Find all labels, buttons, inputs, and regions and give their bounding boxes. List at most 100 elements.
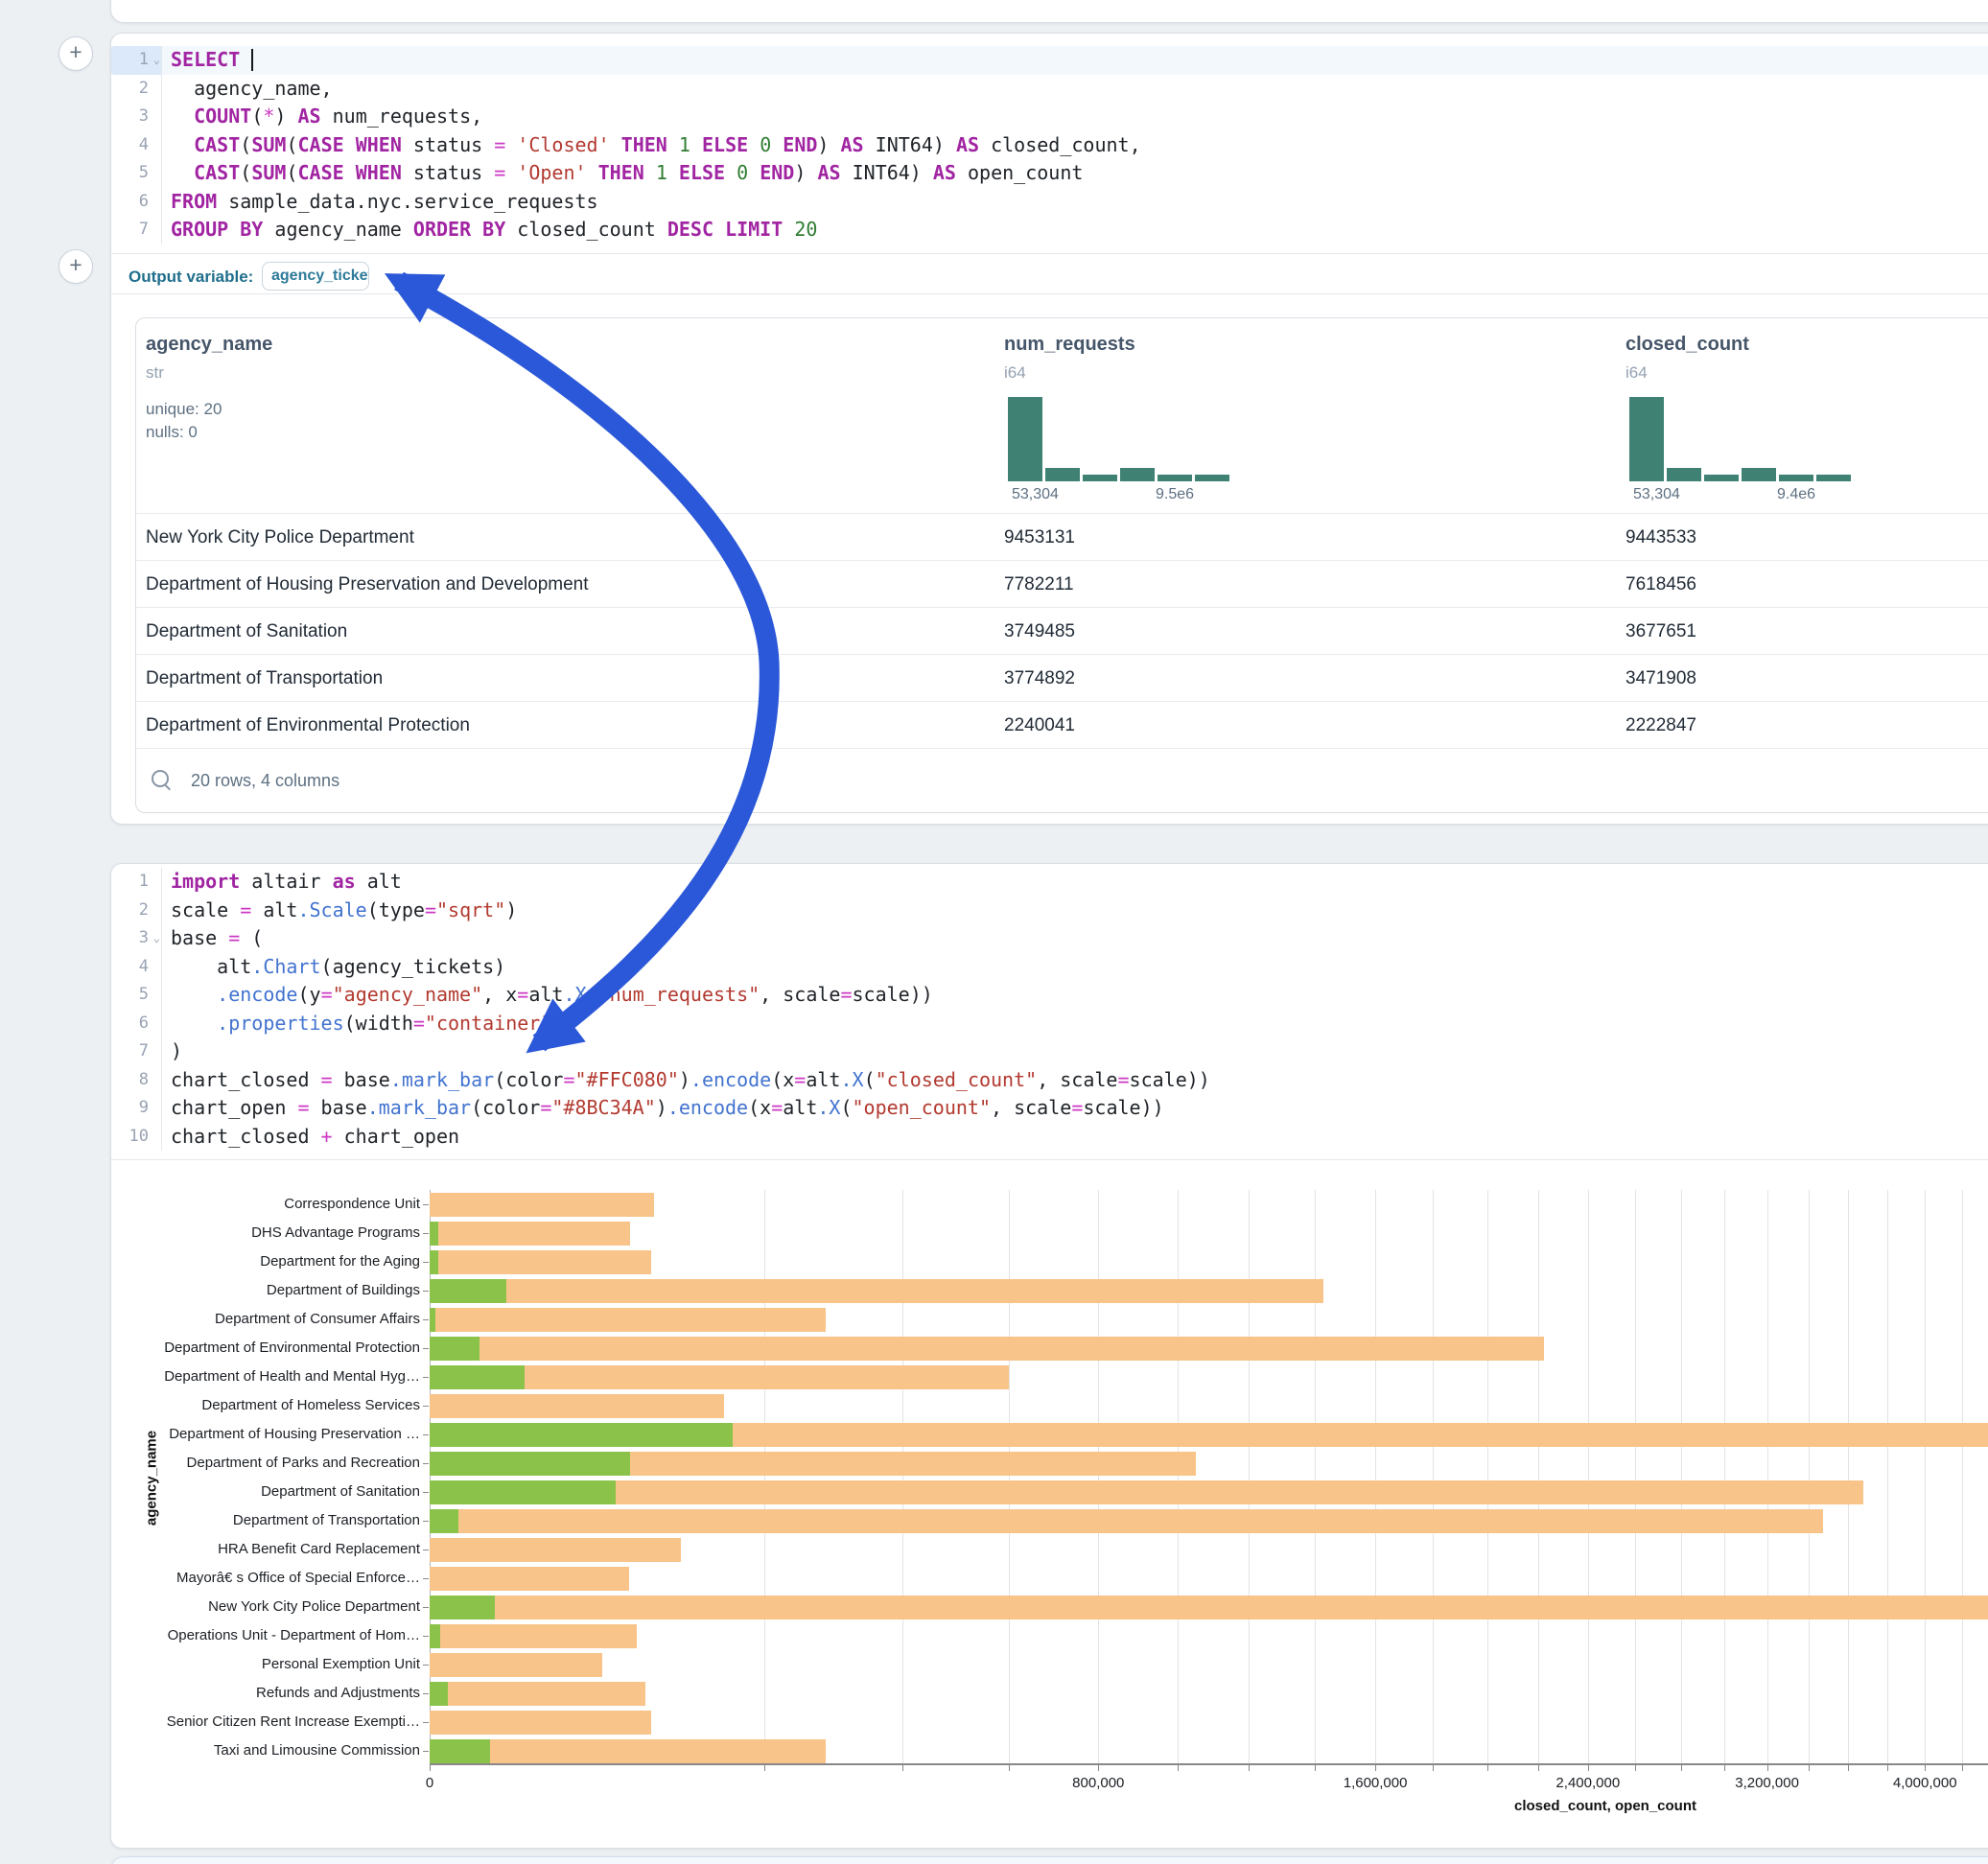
code-line[interactable]: 10chart_closed + chart_open <box>111 1123 1988 1152</box>
x-axis-tick <box>1887 1765 1888 1771</box>
x-axis-tick <box>1249 1765 1250 1771</box>
table-row: Department of Housing Preservation and D… <box>136 560 1988 608</box>
y-axis-label: Department of Buildings <box>111 1276 420 1305</box>
line-number: 5 <box>111 981 162 1010</box>
x-axis-tick <box>764 1765 765 1771</box>
code-line[interactable]: 6FROM sample_data.nyc.service_requests <box>111 188 1988 217</box>
histogram-bar <box>1742 468 1776 481</box>
line-number: 9 <box>111 1094 162 1123</box>
code-line[interactable]: 5 CAST(SUM(CASE WHEN status = 'Open' THE… <box>111 159 1988 188</box>
histogram-bar <box>1158 475 1192 481</box>
x-axis-tick <box>1487 1765 1488 1771</box>
gridline <box>1375 1190 1376 1763</box>
column-histogram <box>1629 397 1851 481</box>
y-axis-label: Department of Transportation <box>111 1506 420 1535</box>
code-line[interactable]: 3 COUNT(*) AS num_requests, <box>111 103 1988 131</box>
code-text: COUNT(*) AS num_requests, <box>162 103 1988 131</box>
y-axis-label: New York City Police Department <box>111 1593 420 1621</box>
bar-open-count <box>430 1222 438 1246</box>
text-cursor <box>251 49 253 71</box>
y-axis-label: Mayorâ€ s Office of Special Enforce… <box>111 1564 420 1593</box>
add-cell-button-top[interactable]: + <box>58 36 93 71</box>
code-text: agency_name, <box>162 75 1988 104</box>
code-text: alt.Chart(agency_tickets) <box>162 953 1988 982</box>
y-axis-label: Department of Housing Preservation … <box>111 1420 420 1449</box>
x-axis-tick <box>1538 1765 1539 1771</box>
collapse-chevron-icon[interactable]: ⌄ <box>153 46 160 75</box>
bar-closed-count <box>430 1337 1544 1361</box>
y-axis-tick <box>423 1291 429 1292</box>
code-line[interactable]: 8chart_closed = base.mark_bar(color="#FF… <box>111 1066 1988 1095</box>
code-text: SELECT <box>162 46 1988 75</box>
code-line[interactable]: 9chart_open = base.mark_bar(color="#8BC3… <box>111 1094 1988 1123</box>
y-axis-label: Department of Parks and Recreation <box>111 1449 420 1478</box>
collapse-chevron-icon[interactable]: ⌄ <box>153 924 160 953</box>
code-line[interactable]: 7) <box>111 1037 1988 1066</box>
code-line[interactable]: 7GROUP BY agency_name ORDER BY closed_co… <box>111 216 1988 245</box>
x-axis-tick <box>1681 1765 1682 1771</box>
code-text: .encode(y="agency_name", x=alt.X("num_re… <box>162 981 1988 1010</box>
line-number: 10 <box>111 1123 162 1152</box>
table-cell: 7782211 <box>1004 561 1074 608</box>
bar-open-count <box>430 1596 495 1619</box>
code-line[interactable]: 4 alt.Chart(agency_tickets) <box>111 953 1988 982</box>
code-text: scale = alt.Scale(type="sqrt") <box>162 897 1988 925</box>
code-line[interactable]: 2 agency_name, <box>111 75 1988 104</box>
sql-code-editor[interactable]: 1⌄SELECT 2 agency_name,3 COUNT(*) AS num… <box>111 46 1988 245</box>
table-row: New York City Police Department945313194… <box>136 513 1988 561</box>
y-axis-tick <box>423 1204 429 1205</box>
bar-open-count <box>430 1682 448 1706</box>
bar-closed-count <box>430 1653 602 1677</box>
code-line[interactable]: 3⌄base = ( <box>111 924 1988 953</box>
code-line[interactable]: 1import altair as alt <box>111 868 1988 897</box>
table-footer: 20 rows, 4 columns <box>136 748 1988 812</box>
histogram-bar <box>1667 468 1701 481</box>
y-axis-label: Operations Unit - Department of Hom… <box>111 1621 420 1650</box>
column-header[interactable]: closed_count <box>1625 334 1749 356</box>
gridline <box>1681 1190 1682 1763</box>
y-axis-tick <box>423 1665 429 1666</box>
code-text: chart_closed = base.mark_bar(color="#FFC… <box>162 1066 1988 1095</box>
line-number: 4 <box>111 953 162 982</box>
add-cell-button-middle[interactable]: + <box>58 249 93 284</box>
y-axis-label: Department of Environmental Protection <box>111 1334 420 1363</box>
line-number: 4 <box>111 131 162 160</box>
table-cell: Department of Sanitation <box>146 608 347 655</box>
table-cell: 3774892 <box>1004 655 1075 702</box>
table-row-count: 20 rows, 4 columns <box>191 749 339 812</box>
y-axis-label: Senior Citizen Rent Increase Exempti… <box>111 1708 420 1736</box>
x-axis-tick <box>1098 1765 1099 1771</box>
column-stat: unique: 20 <box>146 400 222 419</box>
gridline <box>1098 1190 1099 1763</box>
x-axis-tick <box>1178 1765 1179 1771</box>
y-axis-label: Department for the Aging <box>111 1247 420 1276</box>
table-cell: 3749485 <box>1004 608 1075 655</box>
divider <box>111 253 1988 254</box>
code-text: GROUP BY agency_name ORDER BY closed_cou… <box>162 216 1988 245</box>
line-number: 6 <box>111 188 162 217</box>
x-axis-tick <box>1433 1765 1434 1771</box>
column-header[interactable]: num_requests <box>1004 334 1135 356</box>
python-code-editor[interactable]: 1import altair as alt2scale = alt.Scale(… <box>111 868 1988 1151</box>
y-axis-tick <box>423 1751 429 1752</box>
search-icon[interactable] <box>152 770 169 787</box>
line-number: 1⌄ <box>111 46 162 75</box>
code-line[interactable]: 1⌄SELECT <box>111 46 1988 75</box>
divider <box>111 293 1988 294</box>
x-axis-tick-label: 0 <box>426 1775 433 1791</box>
bar-closed-count <box>430 1567 629 1591</box>
y-axis-label: Department of Sanitation <box>111 1478 420 1506</box>
output-variable-pill[interactable]: agency_tickets <box>262 262 369 291</box>
code-line[interactable]: 5 .encode(y="agency_name", x=alt.X("num_… <box>111 981 1988 1010</box>
column-histogram <box>1008 397 1229 481</box>
column-header[interactable]: agency_name <box>146 334 272 356</box>
bar-open-count <box>430 1279 506 1303</box>
y-axis-tick <box>423 1463 429 1464</box>
code-line[interactable]: 6 .properties(width="container") <box>111 1010 1988 1038</box>
gridline <box>1009 1190 1010 1763</box>
x-axis-line <box>430 1763 1988 1765</box>
code-line[interactable]: 2scale = alt.Scale(type="sqrt") <box>111 897 1988 925</box>
y-axis-tick <box>423 1377 429 1378</box>
histogram-bar <box>1008 397 1042 481</box>
code-line[interactable]: 4 CAST(SUM(CASE WHEN status = 'Closed' T… <box>111 131 1988 160</box>
